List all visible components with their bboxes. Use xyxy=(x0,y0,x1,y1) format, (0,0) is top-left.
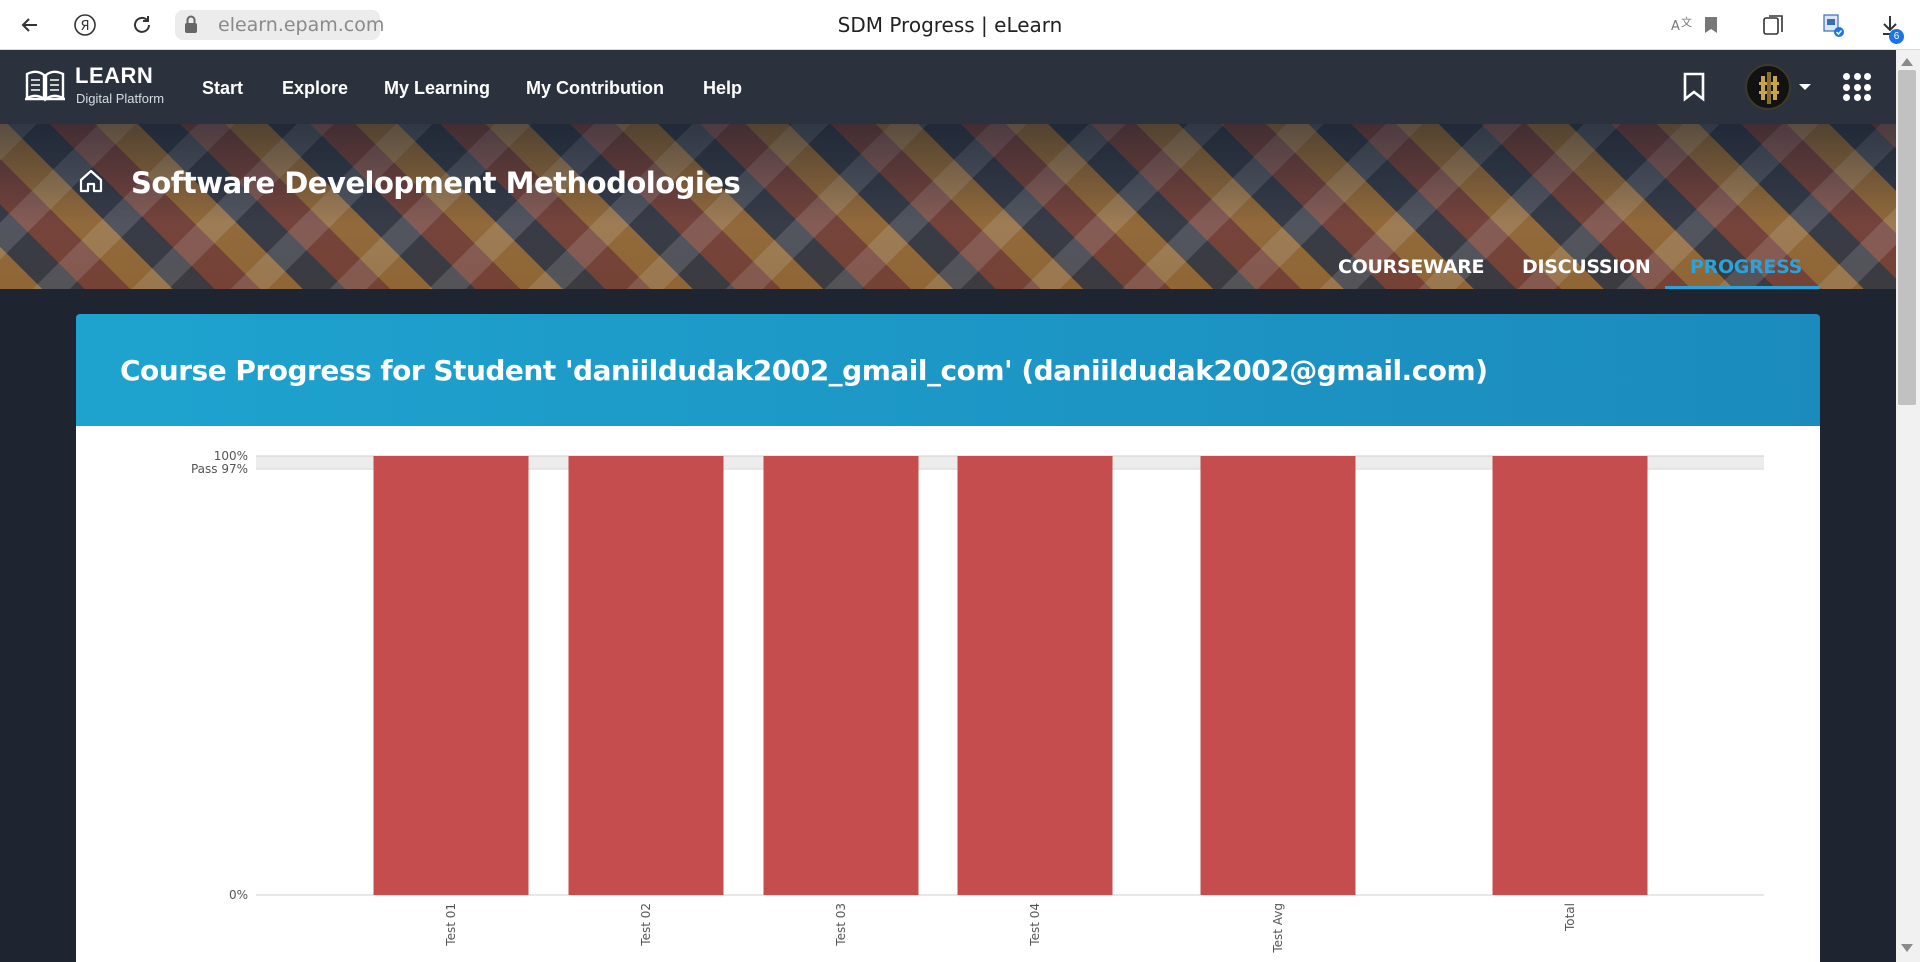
nav-my-learning[interactable]: My Learning xyxy=(384,78,490,99)
downloads-badge: 6 xyxy=(1889,29,1904,44)
svg-text:文: 文 xyxy=(1681,15,1692,29)
home-icon[interactable] xyxy=(77,167,105,195)
tab-discussion[interactable]: DISCUSSION xyxy=(1522,256,1651,278)
course-hero-banner: Software Development Methodologies COURS… xyxy=(0,124,1896,289)
x-tick-label: Total xyxy=(1563,903,1577,932)
extension-icon[interactable] xyxy=(1818,10,1848,40)
x-tick-label: Test Avg xyxy=(1271,903,1285,954)
scrollbar-thumb[interactable] xyxy=(1898,70,1916,405)
translate-icon[interactable]: A文 xyxy=(1667,10,1697,40)
x-tick-label: Test 02 xyxy=(639,903,653,947)
bar xyxy=(373,456,529,895)
bar xyxy=(763,456,919,895)
course-title: Software Development Methodologies xyxy=(131,166,741,200)
y-tick-label: 100% xyxy=(214,449,248,463)
avatar[interactable] xyxy=(1745,64,1791,110)
svg-text:A: A xyxy=(1671,19,1680,34)
x-tick-label: Test 03 xyxy=(834,903,848,947)
tab-progress[interactable]: PROGRESS xyxy=(1690,256,1802,278)
active-tab-indicator xyxy=(1665,286,1820,289)
y-tick-label: 0% xyxy=(229,888,248,902)
y-tick-label: Pass 97% xyxy=(191,462,248,476)
logo-title[interactable]: LEARN xyxy=(75,63,153,89)
scroll-up-arrow-icon[interactable] xyxy=(1901,58,1913,66)
progress-card-header: Course Progress for Student 'daniildudak… xyxy=(76,314,1820,426)
scroll-down-arrow-icon[interactable] xyxy=(1901,944,1913,952)
bar xyxy=(957,456,1113,895)
book-logo-icon[interactable] xyxy=(24,68,66,104)
nav-explore[interactable]: Explore xyxy=(282,78,348,99)
apps-grid-icon[interactable] xyxy=(1843,73,1871,101)
bar xyxy=(1200,456,1356,895)
nav-my-contribution[interactable]: My Contribution xyxy=(526,78,664,99)
progress-card-body: 100% Pass 97% 0% Test 01 Test 02 Test 03 Test … xyxy=(76,426,1820,962)
bar xyxy=(1492,456,1648,895)
progress-bar-chart: 100%Pass 97% 0% Test 01 Test 02 Test 03 Test … xyxy=(191,449,1764,954)
progress-heading: Course Progress for Student 'daniildudak… xyxy=(120,354,1488,387)
page-tab-title: SDM Progress | eLearn xyxy=(837,13,1063,37)
logo-subtitle: Digital Platform xyxy=(76,91,165,106)
x-tick-label: Test 04 xyxy=(1028,903,1042,947)
x-tick-label: Test 01 xyxy=(444,903,458,947)
collections-icon[interactable] xyxy=(1759,10,1789,40)
nav-start[interactable]: Start xyxy=(202,78,243,99)
tab-courseware[interactable]: COURSEWARE xyxy=(1338,256,1485,278)
bar xyxy=(568,456,724,895)
browser-toolbar: Я elearn.epam.com SDM Progress | eLearn … xyxy=(0,0,1920,50)
bookmark-star-icon[interactable] xyxy=(1696,10,1726,40)
top-navigation: LEARN Digital Platform Start Explore My … xyxy=(0,50,1896,124)
bookmark-icon[interactable] xyxy=(1680,70,1708,104)
nav-help[interactable]: Help xyxy=(703,78,742,99)
user-menu-caret-icon[interactable] xyxy=(1799,84,1811,90)
